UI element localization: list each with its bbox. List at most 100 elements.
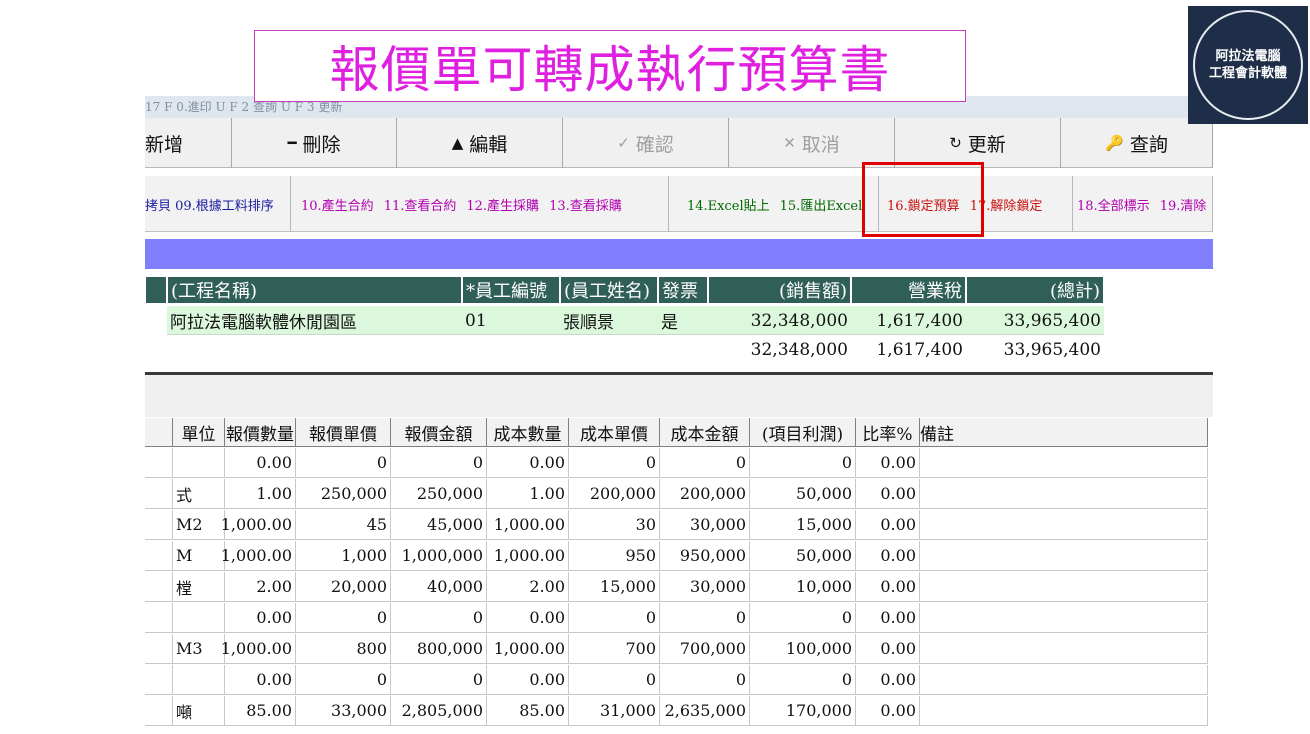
toolbar-button-5[interactable]: ↻ 更新	[895, 118, 1061, 168]
table-cell[interactable]: 0.00	[856, 510, 920, 540]
table-cell[interactable]: 10,000	[750, 572, 856, 602]
function-item[interactable]: 15.匯出Excel	[780, 195, 863, 214]
row-selector[interactable]	[145, 603, 173, 633]
table-cell[interactable]: 15,000	[569, 572, 660, 602]
table-row[interactable]: 0.00 0 0 0.00 0 0 0 0.00	[145, 665, 1213, 695]
project-column-header[interactable]: (員工姓名)	[560, 276, 658, 304]
table-cell[interactable]: 0	[296, 603, 391, 633]
table-cell[interactable]	[920, 541, 1208, 571]
table-cell[interactable]: 50,000	[750, 479, 856, 509]
table-cell[interactable]: 0	[660, 448, 750, 478]
table-cell[interactable]	[920, 665, 1208, 695]
table-cell[interactable]: 0.00	[856, 603, 920, 633]
function-item[interactable]: 18.全部標示	[1077, 195, 1150, 214]
table-cell[interactable]: 噸	[173, 696, 225, 726]
table-cell[interactable]: 250,000	[391, 479, 487, 509]
table-cell[interactable]	[173, 448, 225, 478]
row-selector[interactable]	[145, 665, 173, 695]
item-column-header[interactable]: 成本數量	[487, 418, 569, 447]
table-cell[interactable]: 700,000	[660, 634, 750, 664]
project-cell[interactable]: 33,965,400	[966, 306, 1104, 335]
table-cell[interactable]	[920, 634, 1208, 664]
table-cell[interactable]	[920, 448, 1208, 478]
table-cell[interactable]: 0	[750, 448, 856, 478]
table-cell[interactable]: M2	[173, 510, 225, 540]
item-column-header[interactable]: 單位	[173, 418, 225, 447]
table-cell[interactable]: 0.00	[225, 603, 296, 633]
toolbar-button-4[interactable]: ✕ 取消	[729, 118, 895, 168]
function-item[interactable]: 10.產生合約	[301, 195, 374, 214]
table-cell[interactable]: 0.00	[856, 448, 920, 478]
table-cell[interactable]: 15,000	[750, 510, 856, 540]
row-selector[interactable]	[145, 448, 173, 478]
toolbar-button-6[interactable]: 🔑 查詢	[1061, 118, 1213, 168]
table-row[interactable]: 式 1.00 250,000 250,000 1.00 200,000 200,000 50,…	[145, 479, 1213, 509]
project-column-header[interactable]: 營業稅	[851, 276, 966, 304]
table-cell[interactable]: 0.00	[487, 603, 569, 633]
table-cell[interactable]: 40,000	[391, 572, 487, 602]
toolbar-button-3[interactable]: ✓ 確認	[563, 118, 729, 168]
table-cell[interactable]	[920, 572, 1208, 602]
table-cell[interactable]: 2.00	[225, 572, 296, 602]
table-cell[interactable]: 170,000	[750, 696, 856, 726]
table-cell[interactable]: 0.00	[856, 665, 920, 695]
table-cell[interactable]: 0.00	[487, 665, 569, 695]
table-row[interactable]: 0.00 0 0 0.00 0 0 0 0.00	[145, 603, 1213, 633]
toolbar-button-0[interactable]: 新增	[145, 118, 232, 168]
table-cell[interactable]: 45,000	[391, 510, 487, 540]
toolbar-button-2[interactable]: ▲ 編輯	[397, 118, 563, 168]
table-cell[interactable]: 85.00	[225, 696, 296, 726]
table-cell[interactable]: 0.00	[856, 634, 920, 664]
table-cell[interactable]: 0	[750, 603, 856, 633]
table-cell[interactable]: 800	[296, 634, 391, 664]
project-column-header[interactable]: (工程名稱)	[167, 276, 462, 304]
table-cell[interactable]: 1,000.00	[487, 634, 569, 664]
table-cell[interactable]: 20,000	[296, 572, 391, 602]
table-cell[interactable]	[920, 479, 1208, 509]
item-column-header[interactable]: (項目利潤)	[750, 418, 856, 447]
table-cell[interactable]: 0	[569, 665, 660, 695]
function-item[interactable]: 11.查看合約	[384, 195, 457, 214]
row-selector[interactable]	[145, 510, 173, 540]
row-selector[interactable]	[145, 479, 173, 509]
table-cell[interactable]: 樘	[173, 572, 225, 602]
table-cell[interactable]: 1,000.00	[221, 541, 296, 571]
table-cell[interactable]	[920, 696, 1208, 726]
table-cell[interactable]: 1,000.00	[221, 510, 296, 540]
table-cell[interactable]: 200,000	[569, 479, 660, 509]
table-cell[interactable]	[920, 603, 1208, 633]
table-cell[interactable]: 0	[391, 603, 487, 633]
table-cell[interactable]: 0.00	[487, 448, 569, 478]
row-selector[interactable]	[145, 696, 173, 726]
table-cell[interactable]: 式	[173, 479, 225, 509]
table-cell[interactable]: 800,000	[391, 634, 487, 664]
table-row[interactable]: 0.00 0 0 0.00 0 0 0 0.00	[145, 448, 1213, 478]
row-selector[interactable]	[145, 541, 173, 571]
function-item[interactable]: 19.清除	[1160, 195, 1207, 214]
table-cell[interactable]: 950	[569, 541, 660, 571]
table-cell[interactable]: 30,000	[660, 510, 750, 540]
table-cell[interactable]: 250,000	[296, 479, 391, 509]
project-cell[interactable]: 32,348,000	[708, 306, 851, 335]
project-cell[interactable]: 張順景	[560, 306, 658, 335]
table-cell[interactable]: 30	[569, 510, 660, 540]
table-cell[interactable]: 0	[296, 665, 391, 695]
table-cell[interactable]: 1,000.00	[487, 541, 569, 571]
table-row[interactable]: 樘 2.00 20,000 40,000 2.00 15,000 30,000 10,000 0…	[145, 572, 1213, 602]
item-column-header[interactable]: 報價金額	[391, 418, 487, 447]
project-cell[interactable]: 阿拉法電腦軟體休閒園區	[167, 306, 462, 335]
table-cell[interactable]: 33,000	[296, 696, 391, 726]
table-cell[interactable]: 30,000	[660, 572, 750, 602]
table-cell[interactable]: 0	[391, 448, 487, 478]
table-cell[interactable]: 45	[296, 510, 391, 540]
table-row[interactable]: 噸 85.00 33,000 2,805,000 85.00 31,000 2,635,00…	[145, 696, 1213, 726]
item-column-header[interactable]: 報價數量	[225, 418, 296, 447]
table-cell[interactable]: 0	[750, 665, 856, 695]
row-selector[interactable]	[145, 572, 173, 602]
table-cell[interactable]: 0	[660, 665, 750, 695]
project-column-header[interactable]: (總計)	[966, 276, 1104, 304]
table-cell[interactable]: 85.00	[487, 696, 569, 726]
project-column-header[interactable]: 發票	[658, 276, 708, 304]
table-cell[interactable]: 1,000.00	[221, 634, 296, 664]
table-cell[interactable]	[920, 510, 1208, 540]
